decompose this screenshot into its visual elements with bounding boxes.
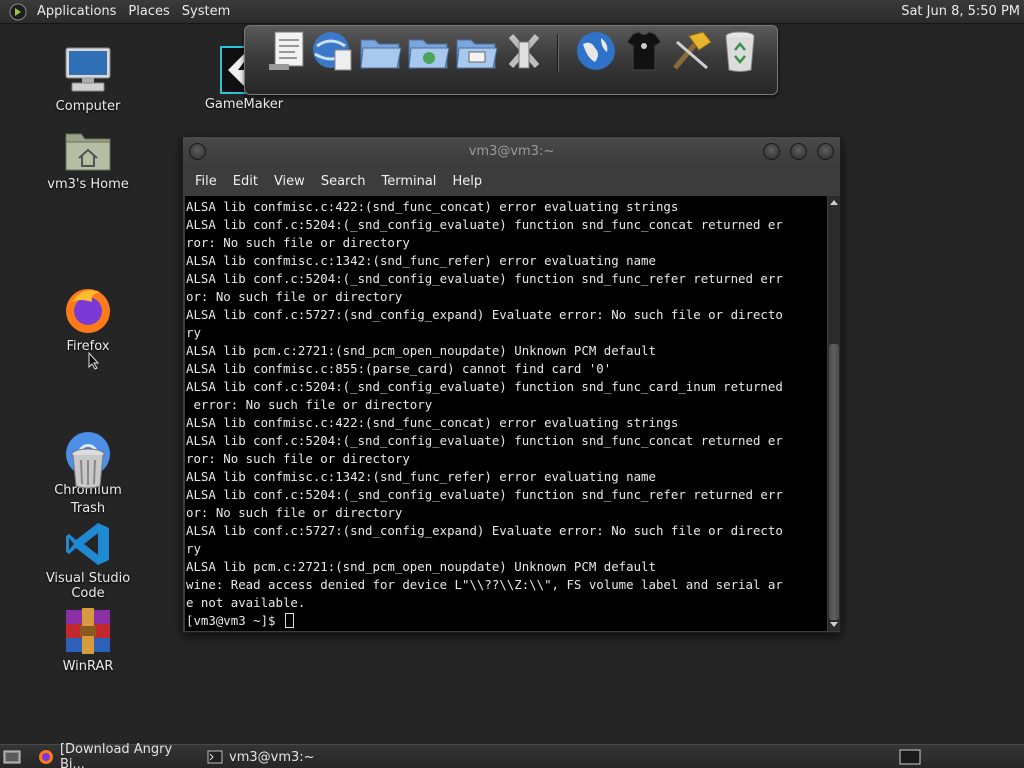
terminal-line: e not available.	[186, 595, 306, 610]
terminal-line: ALSA lib conf.c:5204:(_snd_config_evalua…	[186, 487, 783, 502]
menu-file[interactable]: File	[187, 174, 225, 189]
bottom-panel: [Download Angry Bi... vm3@vm3:~	[0, 742, 1024, 768]
computer-icon	[65, 47, 111, 92]
network-folder-icon[interactable]	[405, 28, 451, 74]
terminal-line: ror: No such file or directory	[186, 235, 410, 250]
desktop-icon-label: GameMaker	[204, 97, 284, 112]
terminal-line: ALSA lib conf.c:5727:(snd_config_expand)…	[186, 307, 783, 322]
scroll-up-arrow-icon[interactable]	[830, 200, 838, 205]
desktop-icon-label: WinRAR	[62, 659, 114, 674]
home-folder-icon	[65, 133, 111, 171]
terminal-icon	[207, 750, 223, 764]
terminal-line: ALSA lib conf.c:5204:(_snd_config_evalua…	[186, 271, 783, 286]
terminal-line: ALSA lib confmisc.c:422:(snd_func_concat…	[186, 415, 679, 430]
terminal-menubar: File Edit View Search Terminal Help	[183, 167, 840, 195]
terminal-prompt-line[interactable]: [vm3@vm3 ~]$	[186, 612, 827, 630]
web-globe-icon[interactable]	[573, 28, 619, 74]
menu-view[interactable]: View	[266, 174, 313, 189]
firefox-icon	[38, 750, 53, 764]
panel-clock[interactable]: Sat Jun 8, 5:50 PM	[901, 4, 1020, 19]
terminal-window[interactable]: vm3@vm3:~ File Edit View Search Terminal…	[182, 136, 841, 633]
terminal-line: ALSA lib pcm.c:2721:(snd_pcm_open_noupda…	[186, 559, 656, 574]
hammer-icon[interactable]	[669, 28, 715, 74]
taskbar-item-label: vm3@vm3:~	[229, 749, 315, 765]
web-browser-icon[interactable]	[309, 28, 355, 74]
trash-icon	[71, 448, 105, 489]
image-folder-icon[interactable]	[453, 28, 499, 74]
taskbar-item-terminal[interactable]: vm3@vm3:~	[202, 746, 352, 768]
scroll-thumb[interactable]	[829, 344, 839, 620]
desktop-icon-vscode[interactable]: Visual Studio Code	[28, 520, 148, 601]
top-panel: Applications Places System Sat Jun 8, 5:…	[0, 0, 1024, 24]
terminal-line: ALSA lib confmisc.c:1342:(snd_func_refer…	[186, 253, 656, 268]
desktop-icon-trash[interactable]: Trash	[28, 446, 148, 516]
applications-menu[interactable]: Applications	[31, 4, 122, 19]
menu-terminal[interactable]: Terminal	[373, 174, 444, 189]
terminal-line: ALSA lib conf.c:5204:(_snd_config_evalua…	[186, 379, 783, 394]
terminal-line: ALSA lib confmisc.c:855:(parse_card) can…	[186, 361, 612, 376]
desktop-icon-winrar[interactable]: WinRAR	[28, 606, 148, 674]
terminal-line: ALSA lib pcm.c:2721:(snd_pcm_open_noupda…	[186, 343, 656, 358]
text-editor-icon[interactable]	[265, 28, 311, 74]
menu-help[interactable]: Help	[444, 174, 490, 189]
window-menu-button[interactable]	[189, 143, 206, 160]
gnome-foot-icon[interactable]	[9, 3, 27, 21]
workspace-switcher-icon[interactable]	[899, 749, 921, 765]
recycle-bin-icon[interactable]	[717, 28, 763, 74]
window-titlebar[interactable]: vm3@vm3:~	[183, 137, 840, 167]
terminal-output[interactable]: ALSA lib confmisc.c:422:(snd_func_concat…	[185, 196, 827, 631]
taskbar-item-label: [Download Angry Bi...	[59, 742, 173, 768]
terminal-line: ror: No such file or directory	[186, 451, 410, 466]
menu-search[interactable]: Search	[313, 174, 374, 189]
mouse-pointer-icon	[88, 352, 100, 370]
terminal-line: ALSA lib conf.c:5204:(_snd_config_evalua…	[186, 433, 783, 448]
file-manager-icon[interactable]	[357, 28, 403, 74]
desktop-icon-label: Computer	[55, 99, 121, 114]
terminal-line: or: No such file or directory	[186, 289, 403, 304]
firefox-icon	[66, 289, 110, 333]
terminal-scrollbar[interactable]	[828, 196, 840, 631]
terminal-line: ry	[186, 325, 201, 340]
terminal-line: or: No such file or directory	[186, 505, 403, 520]
scroll-down-arrow-icon[interactable]	[830, 622, 838, 627]
terminal-cursor	[284, 613, 294, 628]
desktop-icon-label: Trash	[70, 501, 106, 516]
terminal-line: ALSA lib conf.c:5727:(snd_config_expand)…	[186, 523, 783, 538]
taskbar-item-firefox[interactable]: [Download Angry Bi...	[33, 742, 201, 768]
desktop-icon-computer[interactable]: Computer	[28, 44, 148, 114]
terminal-prompt: [vm3@vm3 ~]$	[186, 613, 283, 628]
vscode-icon	[66, 523, 109, 565]
terminal-line: ALSA lib confmisc.c:422:(snd_func_concat…	[186, 199, 679, 214]
terminal-text[interactable]: ALSA lib confmisc.c:422:(snd_func_concat…	[185, 196, 827, 630]
terminal-line: ry	[186, 541, 201, 556]
application-dock	[244, 25, 778, 95]
minimize-button[interactable]	[763, 143, 780, 160]
system-menu[interactable]: System	[176, 4, 236, 19]
terminal-line: wine: Read access denied for device L"\\…	[186, 577, 783, 592]
desktop-icon-home[interactable]: vm3's Home	[28, 126, 148, 192]
menu-edit[interactable]: Edit	[225, 174, 266, 189]
places-menu[interactable]: Places	[122, 4, 175, 19]
show-desktop-icon[interactable]	[3, 749, 21, 765]
terminal-line: ALSA lib confmisc.c:1342:(snd_func_refer…	[186, 469, 656, 484]
close-button[interactable]	[817, 143, 834, 160]
desktop-icon-label: Visual Studio Code	[45, 571, 131, 601]
terminal-line: error: No such file or directory	[186, 397, 433, 412]
maximize-button[interactable]	[790, 143, 807, 160]
dock-separator	[557, 34, 559, 72]
desktop-icon-firefox[interactable]: Firefox	[28, 284, 148, 354]
window-title: vm3@vm3:~	[468, 144, 555, 159]
tshirt-icon[interactable]	[621, 28, 667, 74]
winrar-icon	[66, 608, 110, 654]
system-tools-icon[interactable]	[501, 28, 547, 74]
terminal-line: ALSA lib conf.c:5204:(_snd_config_evalua…	[186, 217, 783, 232]
desktop-icon-label: vm3's Home	[47, 177, 129, 192]
